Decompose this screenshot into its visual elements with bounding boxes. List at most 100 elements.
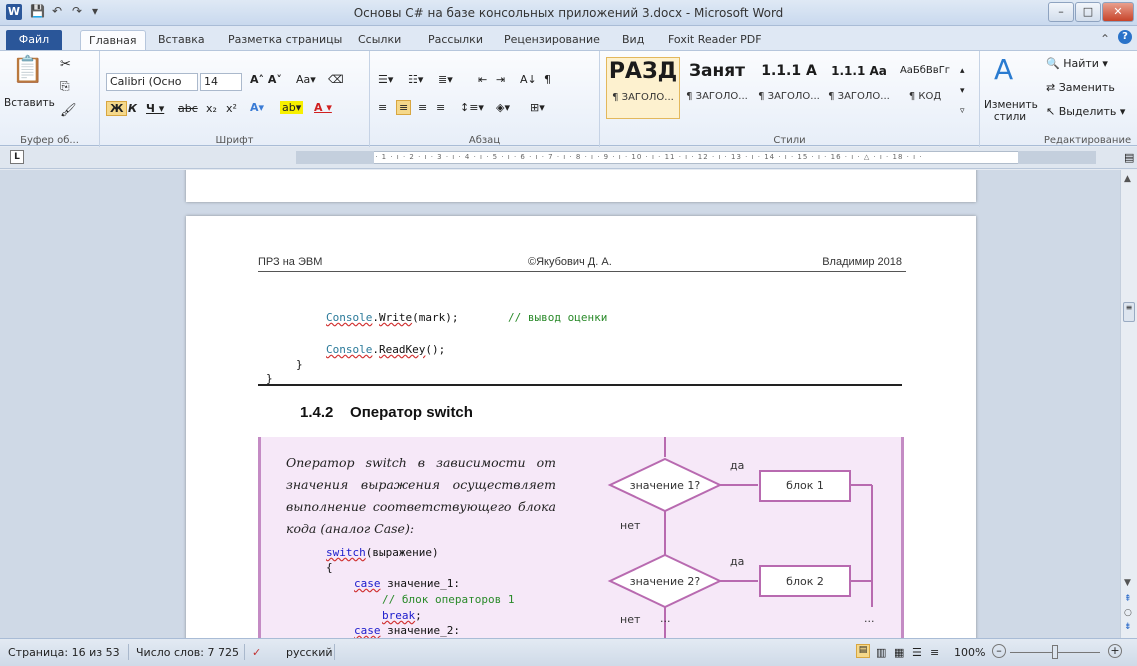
code-comment-grade: // вывод оценки — [508, 311, 608, 324]
block-1-text: блок 1 — [786, 479, 824, 492]
styles-group-label: Стили — [773, 135, 806, 146]
font-color-icon[interactable]: A ▾ — [314, 101, 332, 114]
bullets-icon[interactable]: ☰▾ — [378, 73, 393, 86]
multilevel-list-icon[interactable]: ≣▾ — [438, 73, 453, 86]
code-line-write: Console.Write(mark); — [326, 311, 459, 324]
style-heading3[interactable]: 1.1.1 А ¶ ЗАГОЛО... — [754, 57, 824, 119]
ribbon: 📋 Вставить ✂ ⎘ 🖌 Буфер об... Calibri (Ос… — [0, 50, 1137, 147]
page-count[interactable]: Страница: 16 из 53 — [8, 646, 120, 659]
align-left-icon[interactable]: ≡ — [378, 101, 387, 114]
find-button[interactable]: 🔍 Найти ▾ — [1046, 57, 1108, 70]
maximize-button[interactable]: □ — [1075, 2, 1101, 22]
tab-page-layout[interactable]: Разметка страницы — [220, 30, 350, 50]
borders-icon[interactable]: ⊞▾ — [530, 101, 545, 114]
replace-button[interactable]: ⇄ Заменить — [1046, 81, 1115, 94]
switch-description: Оператор switch в зависимости от значени… — [286, 455, 556, 536]
sort-icon[interactable]: A↓ — [520, 73, 537, 86]
tab-references[interactable]: Ссылки — [350, 30, 409, 50]
text-effects-icon[interactable]: A▾ — [250, 101, 264, 114]
show-marks-icon[interactable]: ¶ — [544, 73, 551, 86]
font-name-box[interactable]: Calibri (Осно — [106, 73, 198, 91]
change-styles-icon[interactable]: A — [994, 53, 1013, 86]
no-label-2: нет — [620, 613, 641, 626]
tab-foxit[interactable]: Foxit Reader PDF — [660, 30, 770, 50]
clear-format-icon[interactable]: ⌫ — [328, 73, 344, 86]
justify-icon[interactable]: ≡ — [436, 101, 445, 114]
vertical-scrollbar[interactable]: ▲ ≡ ▼ ⇞ ○ ⇟ — [1120, 170, 1137, 638]
superscript-button[interactable]: x² — [226, 102, 237, 115]
language-indicator[interactable]: русский — [286, 646, 333, 659]
code-case-1: case значение_1: — [354, 577, 460, 590]
no-label-1: нет — [620, 519, 641, 532]
tab-selector-icon[interactable]: L — [10, 150, 24, 164]
italic-button[interactable]: К — [128, 102, 137, 115]
select-button[interactable]: ↖ Выделить ▾ — [1046, 105, 1125, 118]
code-switch: switch(выражение) — [326, 546, 439, 559]
zoom-out-button[interactable]: – — [992, 644, 1006, 658]
line-spacing-icon[interactable]: ↕≡▾ — [460, 101, 484, 114]
style-heading4[interactable]: 1.1.1 Аа ¶ ЗАГОЛО... — [824, 57, 894, 119]
increase-indent-icon[interactable]: ⇥ — [496, 73, 505, 86]
grow-font-icon[interactable]: A˄ A˅ — [250, 73, 282, 86]
align-right-icon[interactable]: ≡ — [418, 101, 427, 114]
code-case-2: case значение_2: — [354, 624, 460, 637]
header-center: ©Якубович Д. А. — [528, 256, 612, 268]
zoom-in-button[interactable]: + — [1108, 644, 1122, 658]
format-painter-icon[interactable]: 🖌 — [60, 103, 77, 118]
continuation-dots-left: ... — [660, 612, 671, 625]
web-layout-view-icon[interactable]: ▦ — [894, 646, 904, 659]
switch-flowchart: значение 1? блок 1 да нет значение 2? бл… — [607, 437, 875, 638]
proofing-icon[interactable]: ✓ — [252, 646, 261, 659]
tab-file[interactable]: Файл — [6, 30, 62, 50]
scroll-down-icon[interactable]: ▼ — [1124, 578, 1131, 588]
numbering-icon[interactable]: ☷▾ — [408, 73, 423, 86]
font-size-box[interactable]: 14 — [200, 73, 242, 91]
word-count[interactable]: Число слов: 7 725 — [136, 646, 239, 659]
font-group: Calibri (Осно 14 A˄ A˅ Aa▾ ⌫ Ж К Ч ▾ abc… — [100, 51, 370, 147]
underline-button[interactable]: Ч ▾ — [146, 102, 164, 115]
prev-page-icon[interactable]: ⇞ — [1124, 594, 1132, 604]
next-page-icon[interactable]: ⇟ — [1124, 622, 1132, 632]
outline-view-icon[interactable]: ☰ — [912, 646, 922, 659]
zoom-level[interactable]: 100% — [954, 646, 985, 659]
browse-object-icon[interactable]: ○ — [1124, 608, 1132, 618]
tab-mailings[interactable]: Рассылки — [420, 30, 491, 50]
close-button[interactable]: ✕ — [1102, 2, 1134, 22]
ruler-left-margin — [296, 151, 374, 164]
scroll-up-icon[interactable]: ▲ — [1124, 174, 1131, 184]
tab-home[interactable]: Главная — [80, 30, 146, 50]
styles-scroll-icon[interactable]: ▴ ▾ ▿ — [960, 61, 965, 121]
print-layout-view-icon[interactable]: ▤ — [856, 644, 870, 658]
style-zanyat[interactable]: Занят ¶ ЗАГОЛО... — [680, 57, 754, 119]
copy-icon[interactable]: ⎘ — [60, 79, 70, 94]
align-center-icon[interactable]: ≡ — [396, 100, 412, 115]
paste-button[interactable]: Вставить — [4, 97, 55, 109]
help-icon[interactable]: ? — [1118, 30, 1132, 44]
minimize-ribbon-icon[interactable]: ⌃ — [1100, 32, 1110, 46]
shading-icon[interactable]: ◈▾ — [496, 101, 510, 114]
draft-view-icon[interactable]: ≡ — [930, 646, 939, 659]
horizontal-ruler[interactable]: 2 · ı · 1 · ı · ⨯ · ı · 1 · ı · 2 · ı · … — [296, 151, 1096, 164]
code-divider — [258, 384, 902, 386]
highlight-icon[interactable]: ab▾ — [280, 101, 304, 114]
style-razdel[interactable]: РАЗД ¶ ЗАГОЛО... — [606, 57, 680, 119]
style-code[interactable]: АаБбВвГг ¶ КОД — [894, 57, 956, 119]
cut-icon[interactable]: ✂ — [60, 57, 71, 72]
tab-view[interactable]: Вид — [614, 30, 652, 50]
change-case-icon[interactable]: Aa▾ — [296, 73, 316, 86]
tab-insert[interactable]: Вставка — [150, 30, 213, 50]
continuation-dots-right: ... — [864, 612, 875, 625]
bold-button[interactable]: Ж — [106, 101, 128, 116]
subscript-button[interactable]: x₂ — [206, 102, 217, 115]
tab-review[interactable]: Рецензирование — [496, 30, 608, 50]
view-ruler-icon[interactable]: ▤ — [1124, 151, 1134, 164]
header-right: Владимир 2018 — [822, 256, 902, 268]
decrease-indent-icon[interactable]: ⇤ — [478, 73, 487, 86]
zoom-slider-thumb[interactable] — [1052, 645, 1058, 659]
minimize-button[interactable]: – — [1048, 2, 1074, 22]
strikethrough-button[interactable]: abc — [178, 102, 198, 115]
scroll-thumb[interactable]: ≡ — [1123, 302, 1135, 322]
paste-icon[interactable]: 📋 — [8, 55, 48, 97]
change-styles-button[interactable]: Изменить стили — [984, 99, 1038, 123]
full-screen-view-icon[interactable]: ▥ — [876, 646, 886, 659]
